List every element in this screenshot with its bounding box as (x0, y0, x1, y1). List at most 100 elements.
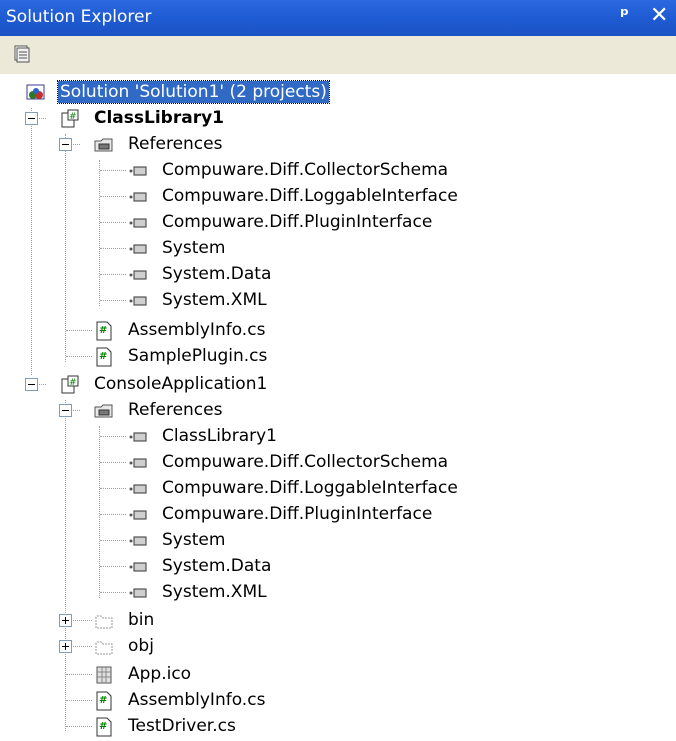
icon-file-icon (96, 666, 112, 684)
tree-line (66, 330, 92, 331)
tree-line (100, 222, 126, 223)
reference-icon (129, 296, 147, 306)
reference-label: System.XML (162, 582, 267, 602)
reference-icon (129, 562, 147, 572)
file-label: TestDriver.cs (128, 716, 236, 736)
tree-item-file[interactable]: # TestDriver.cs (0, 714, 400, 740)
references-folder-icon (94, 138, 113, 152)
csharp-file-icon: # (96, 347, 112, 367)
close-icon[interactable]: ✕ (650, 3, 668, 28)
csharp-project-icon: # (61, 375, 79, 394)
solution-label: Solution 'Solution1' (2 projects) (57, 80, 330, 104)
reference-icon (129, 166, 147, 176)
reference-icon (129, 458, 147, 468)
tree-item-reference[interactable]: Compuware.Diff.PluginInterface (0, 210, 500, 236)
reference-label: Compuware.Diff.CollectorSchema (162, 160, 449, 180)
tree-item-reference[interactable]: Compuware.Diff.CollectorSchema (0, 450, 500, 476)
tree-item-file[interactable]: # AssemblyInfo.cs (0, 318, 400, 344)
reference-label: System.XML (162, 290, 267, 310)
folder-icon (95, 615, 113, 629)
tree-item-reference[interactable]: Compuware.Diff.CollectorSchema (0, 158, 500, 184)
solution-icon (26, 84, 45, 100)
tree-line (66, 356, 92, 357)
references-label: References (128, 400, 223, 420)
tree-item-solution[interactable]: Solution 'Solution1' (2 projects) (0, 80, 400, 106)
folder-label: bin (128, 610, 155, 630)
tree-line (100, 540, 126, 541)
references-folder-icon (94, 404, 113, 418)
tree-item-reference[interactable]: System.XML (0, 580, 500, 606)
tree-item-file[interactable]: App.ico (0, 662, 300, 688)
solution-explorer-window: Solution Explorer ᵖ ✕ Solution 'Solution… (0, 0, 676, 741)
reference-label: ClassLibrary1 (162, 426, 277, 446)
tree-line (66, 726, 92, 727)
file-label: AssemblyInfo.cs (128, 320, 266, 340)
tree-line (100, 170, 126, 171)
reference-label: System.Data (162, 264, 272, 284)
tree-item-reference[interactable]: Compuware.Diff.LoggableInterface (0, 476, 500, 502)
collapse-icon[interactable] (25, 378, 38, 391)
reference-label: Compuware.Diff.CollectorSchema (162, 452, 449, 472)
tree-item-folder[interactable]: bin (0, 608, 300, 634)
csharp-project-icon: # (61, 109, 79, 128)
reference-icon (129, 192, 147, 202)
tree-item-file[interactable]: # SamplePlugin.cs (0, 344, 400, 370)
toolbar (0, 36, 676, 75)
collapse-icon[interactable] (25, 112, 38, 125)
expand-icon[interactable] (59, 640, 72, 653)
reference-label: System.Data (162, 556, 272, 576)
reference-icon (129, 510, 147, 520)
references-label: References (128, 134, 223, 154)
tree-item-reference[interactable]: System (0, 528, 500, 554)
reference-icon (129, 536, 147, 546)
collapse-icon[interactable] (59, 138, 72, 151)
svg-text:#: # (99, 351, 107, 362)
folder-label: obj (128, 636, 154, 656)
tree-item-file[interactable]: # AssemblyInfo.cs (0, 688, 400, 714)
reference-icon (129, 244, 147, 254)
tree-item-reference[interactable]: ClassLibrary1 (0, 424, 500, 450)
tree-item-project[interactable]: # ClassLibrary1 (0, 106, 300, 132)
tree-item-reference[interactable]: Compuware.Diff.PluginInterface (0, 502, 500, 528)
svg-text:#: # (99, 325, 107, 336)
tree-line (66, 674, 92, 675)
title-bar: Solution Explorer ᵖ ✕ (0, 0, 676, 36)
reference-label: Compuware.Diff.PluginInterface (162, 212, 433, 232)
reference-icon (129, 218, 147, 228)
tree-line (100, 274, 126, 275)
project-label: ClassLibrary1 (94, 108, 224, 128)
tree-line (100, 436, 126, 437)
tree-item-folder[interactable]: obj (0, 634, 300, 660)
csharp-file-icon: # (96, 691, 112, 711)
csharp-file-icon: # (96, 321, 112, 341)
reference-label: Compuware.Diff.LoggableInterface (162, 186, 458, 206)
properties-icon[interactable] (12, 44, 32, 64)
tree-item-reference[interactable]: System.XML (0, 288, 500, 314)
reference-label: Compuware.Diff.LoggableInterface (162, 478, 458, 498)
expand-icon[interactable] (59, 614, 72, 627)
tree-line (100, 196, 126, 197)
reference-icon (129, 588, 147, 598)
svg-text:#: # (99, 721, 107, 732)
reference-icon (129, 432, 147, 442)
tree-item-references[interactable]: References (0, 132, 300, 158)
tree-line (100, 592, 126, 593)
tree-line (100, 300, 126, 301)
tree-item-project[interactable]: # ConsoleApplication1 (0, 372, 400, 398)
tree-item-reference[interactable]: System.Data (0, 262, 500, 288)
tree-item-reference[interactable]: Compuware.Diff.LoggableInterface (0, 184, 500, 210)
tree-item-reference[interactable]: System.Data (0, 554, 500, 580)
tree-item-reference[interactable]: System (0, 236, 500, 262)
window-title: Solution Explorer (6, 7, 152, 27)
tree-item-references[interactable]: References (0, 398, 300, 424)
svg-text:#: # (69, 112, 77, 122)
tree-line (100, 488, 126, 489)
collapse-icon[interactable] (59, 404, 72, 417)
reference-label: Compuware.Diff.PluginInterface (162, 504, 433, 524)
tree-line (100, 566, 126, 567)
file-label: SamplePlugin.cs (128, 346, 268, 366)
csharp-file-icon: # (96, 717, 112, 737)
tree-line (100, 514, 126, 515)
pin-icon[interactable]: ᵖ (620, 4, 629, 26)
svg-text:#: # (99, 695, 107, 706)
